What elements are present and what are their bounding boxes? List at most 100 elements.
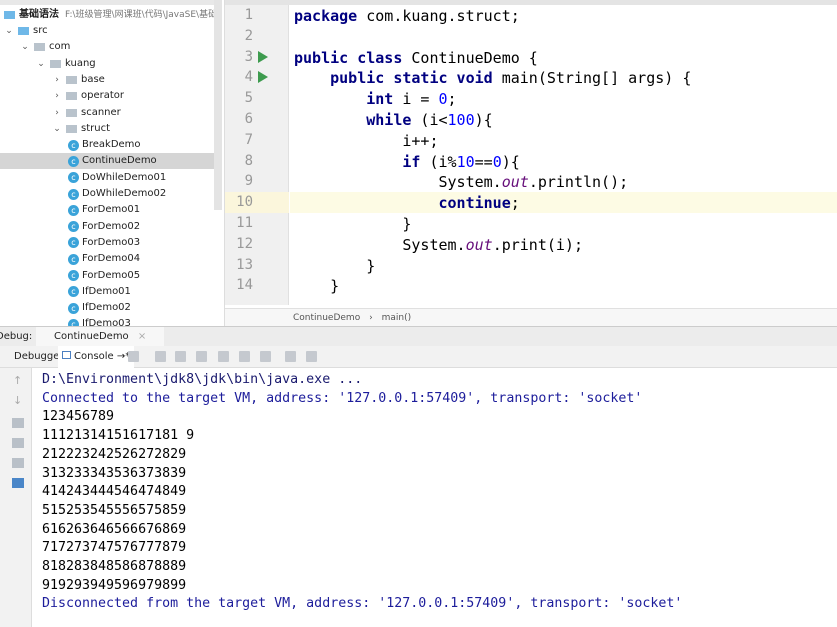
tab-console[interactable]: Console →*	[58, 346, 135, 368]
tree-item[interactable]: ⌄ com	[20, 39, 70, 55]
tree-item-label: DoWhileDemo01	[82, 171, 167, 183]
code-token: public static void	[294, 69, 493, 88]
tree-item[interactable]: c ForDemo01	[68, 202, 140, 218]
code-editor[interactable]: 1 2 3 4 5 6 7 8 9 10 11 12 13 14 package com.kuang.st…	[224, 0, 837, 326]
chevron-right-icon[interactable]: ›	[52, 72, 62, 88]
show-execution-point-icon[interactable]	[128, 351, 139, 362]
line-number: 6	[244, 111, 253, 127]
code-line[interactable]: public class ContinueDemo {	[294, 49, 538, 67]
gutter: 1 2 3 4 5 6 7 8 9 10 11 12 13 14	[225, 5, 289, 305]
chevron-down-icon[interactable]: ⌄	[4, 23, 14, 39]
code-token: }	[294, 256, 376, 275]
code-token: main(String[] args) {	[492, 69, 692, 88]
tree-item-label: com	[49, 41, 71, 53]
chevron-down-icon[interactable]: ⌄	[20, 39, 30, 55]
code-line[interactable]: if (i%10==0){	[294, 152, 520, 171]
console-line: 818283848586878889	[42, 559, 187, 574]
folder-icon	[66, 92, 77, 101]
step-into-icon[interactable]	[175, 351, 186, 362]
step-over-icon[interactable]	[155, 351, 166, 362]
project-root[interactable]: 基础语法 F:\班级管理\网课班\代码\JavaSE\基础	[4, 7, 217, 23]
java-class-icon: c	[68, 237, 79, 249]
chevron-down-icon[interactable]: ⌄	[52, 121, 62, 137]
run-icon[interactable]	[258, 71, 268, 84]
trace-icon[interactable]	[306, 351, 317, 362]
code-line[interactable]: public static void main(String[] args) {	[294, 69, 691, 87]
run-to-cursor-icon[interactable]	[260, 351, 271, 362]
tree-item[interactable]: ⌄ kuang	[36, 56, 95, 72]
tree-item[interactable]: ⌄ struct	[52, 121, 110, 137]
code-token: if	[294, 152, 421, 171]
code-token: ){	[501, 152, 520, 171]
code-line[interactable]: }	[294, 215, 411, 233]
code-token: 0	[438, 90, 448, 109]
line-number: 9	[244, 173, 253, 190]
tree-item[interactable]: c IfDemo01	[68, 284, 131, 300]
folder-icon	[34, 43, 45, 52]
line-number: 3	[244, 48, 253, 65]
tree-item[interactable]: c BreakDemo	[68, 137, 141, 153]
module-icon	[4, 11, 15, 19]
code-token: ContinueDemo {	[402, 48, 538, 67]
tree-item-label: ForDemo03	[82, 236, 141, 248]
tree-scrollbar[interactable]	[214, 0, 222, 210]
tree-item[interactable]: c DoWhileDemo02	[68, 186, 166, 202]
java-class-icon: c	[68, 318, 79, 326]
code-line[interactable]: i++;	[294, 132, 438, 150]
breadcrumb: ContinueDemo › main()	[225, 308, 837, 326]
tree-item[interactable]: c ForDemo05	[68, 268, 140, 284]
print-icon[interactable]	[12, 458, 24, 468]
java-class-icon: c	[68, 155, 79, 167]
code-line[interactable]: while (i<100){	[294, 111, 492, 129]
run-icon[interactable]	[258, 50, 268, 63]
force-step-into-icon[interactable]	[196, 351, 207, 362]
tree-item[interactable]: c ForDemo02	[68, 219, 140, 235]
code-line[interactable]: }	[294, 277, 339, 295]
chevron-down-icon[interactable]: ⌄	[36, 56, 46, 72]
tree-item[interactable]: c ContinueDemo	[0, 153, 222, 170]
tree-item[interactable]: c DoWhileDemo01	[68, 170, 166, 186]
code-line[interactable]: }	[294, 257, 375, 275]
line-number: 5	[244, 90, 253, 107]
tree-item-label: src	[33, 25, 48, 36]
close-icon[interactable]: ×	[138, 331, 146, 342]
breadcrumb-class[interactable]: ContinueDemo	[293, 313, 360, 323]
trash-icon[interactable]	[12, 478, 24, 488]
line-number: 13	[236, 256, 253, 273]
debug-config-tab[interactable]: ContinueDemo ×	[36, 327, 165, 347]
tree-item[interactable]: › operator	[52, 88, 124, 104]
evaluate-icon[interactable]	[285, 351, 296, 362]
chevron-right-icon[interactable]: ›	[52, 88, 62, 104]
tree-item[interactable]: c ForDemo03	[68, 235, 140, 251]
breadcrumb-method[interactable]: main()	[382, 313, 412, 323]
code-line[interactable]: System.out.println();	[294, 173, 628, 191]
down-arrow-icon[interactable]: ↓	[13, 394, 22, 407]
code-token: (i<	[411, 111, 448, 129]
code-token: int	[294, 90, 394, 109]
java-class-icon: c	[68, 253, 79, 265]
tree-item[interactable]: c IfDemo03	[68, 316, 131, 326]
code-line[interactable]: int i = 0;	[294, 90, 456, 109]
tree-item[interactable]: c IfDemo02	[68, 300, 131, 316]
code-line[interactable]: System.out.print(i);	[294, 236, 583, 254]
code-line[interactable]: continue;	[294, 194, 519, 212]
java-class-icon: c	[68, 302, 79, 314]
scroll-to-end-icon[interactable]	[12, 438, 24, 448]
drop-frame-icon[interactable]	[239, 351, 250, 362]
tree-item[interactable]: › scanner	[52, 105, 121, 121]
console-line: 123456789	[42, 409, 115, 425]
soft-wrap-icon[interactable]	[12, 418, 24, 428]
tree-item-label: ForDemo01	[82, 204, 141, 216]
code-token: public class	[294, 48, 403, 67]
java-class-icon: c	[68, 139, 79, 151]
tree-item[interactable]: ⌄ src	[4, 23, 48, 39]
chevron-right-icon[interactable]: ›	[52, 105, 62, 121]
code-line[interactable]: package com.kuang.struct;	[294, 7, 520, 25]
tree-item[interactable]: c ForDemo04	[68, 251, 140, 267]
up-arrow-icon[interactable]: ↑	[13, 374, 22, 387]
console-output[interactable]: D:\Environment\jdk8\jdk\bin\java.exe ...…	[32, 368, 837, 627]
step-out-icon[interactable]	[218, 351, 229, 362]
tree-item[interactable]: › base	[52, 72, 105, 88]
console-line: 11121314151617181 9	[42, 428, 195, 444]
code-token: i =	[393, 90, 439, 109]
